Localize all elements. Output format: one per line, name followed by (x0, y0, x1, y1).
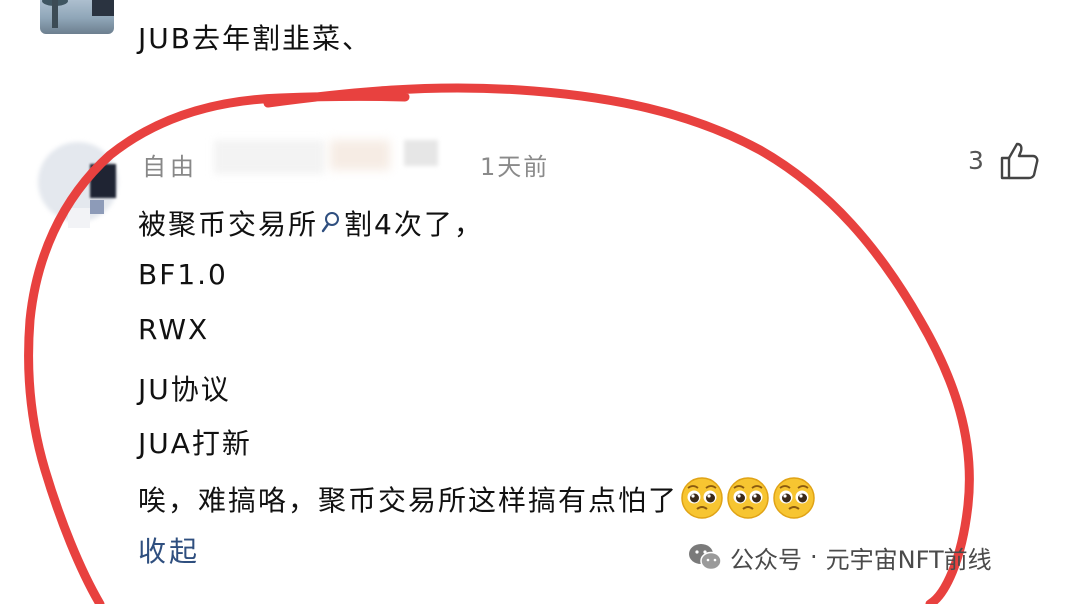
wechat-icon (689, 544, 722, 571)
comment-line: BF1.0 (138, 258, 228, 291)
previous-comment-text: JUB去年割韭菜、 (138, 22, 372, 55)
redacted-username-blur (214, 140, 324, 174)
pleading-face-emoji-icon (727, 477, 769, 519)
wechat-watermark: 公众号 · 元宇宙NFT前线 (688, 540, 992, 574)
collapse-link[interactable]: 收起 (138, 530, 200, 570)
avatar-pixel-block (90, 200, 104, 214)
avatar-pixel-block (68, 208, 90, 228)
comment-text: 割4次了， (344, 208, 484, 241)
comment-text: 唉，难搞咯，聚币交易所这样搞有点怕了 (138, 484, 679, 517)
like-count: 3 (968, 146, 984, 175)
previous-comment-avatar[interactable] (40, 0, 114, 34)
watermark-separator: · (810, 543, 818, 571)
comment-line: RWX (138, 313, 210, 346)
commenter-avatar[interactable] (38, 142, 118, 232)
palm-trunk-shape (52, 0, 58, 28)
comment-line: 被聚币交易所 割4次了， (138, 203, 484, 243)
watermark-prefix: 公众号 (730, 545, 802, 574)
pleading-face-emoji-icon (681, 477, 723, 519)
pleading-face-emoji-icon (773, 477, 815, 519)
redacted-username-blur (330, 140, 390, 170)
comment-line: JUA打新 (138, 427, 252, 460)
search-icon[interactable] (320, 210, 342, 236)
comment-timestamp: 1天前 (480, 153, 550, 181)
avatar-pixel-block (90, 164, 116, 198)
comment-line: JU协议 (138, 373, 231, 406)
watermark-account-name: 元宇宙NFT前线 (825, 545, 992, 574)
redacted-username-blur (404, 140, 438, 166)
comment-text: 被聚币交易所 (138, 208, 319, 241)
comment-line: 唉，难搞咯，聚币交易所这样搞有点怕了 (138, 476, 816, 520)
avatar-dark-block (92, 0, 114, 16)
thumbs-up-icon[interactable] (998, 140, 1040, 182)
commenter-username[interactable]: 自由 (142, 147, 198, 182)
